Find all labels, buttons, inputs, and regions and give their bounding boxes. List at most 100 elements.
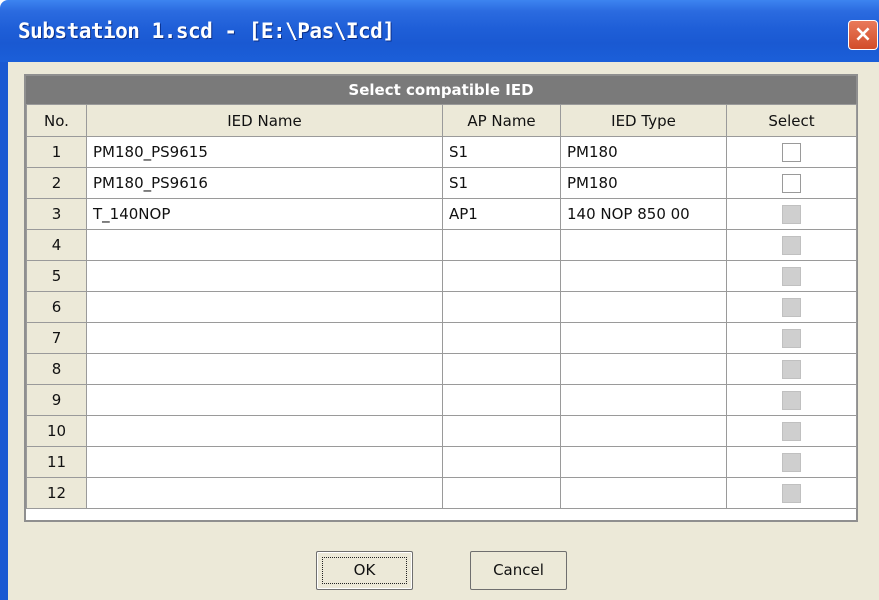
ied-name-cell[interactable] bbox=[86, 384, 443, 416]
ied-name-cell[interactable] bbox=[86, 322, 443, 354]
ap-name-cell[interactable] bbox=[442, 260, 561, 292]
cancel-button[interactable]: Cancel bbox=[470, 551, 567, 590]
select-checkbox bbox=[782, 204, 801, 224]
column-header-ied-type[interactable]: IED Type bbox=[560, 104, 727, 137]
row-number: 9 bbox=[26, 384, 87, 416]
ap-name-cell[interactable] bbox=[442, 415, 561, 447]
select-cell bbox=[726, 322, 857, 354]
select-checkbox bbox=[782, 390, 801, 410]
select-cell bbox=[726, 198, 857, 230]
ied-name-cell[interactable] bbox=[86, 446, 443, 478]
table-row[interactable]: 11 bbox=[26, 446, 857, 478]
ied-name-cell[interactable]: PM180_PS9615 bbox=[86, 136, 443, 168]
row-number: 10 bbox=[26, 415, 87, 447]
row-number: 4 bbox=[26, 229, 87, 261]
ied-type-cell[interactable]: PM180 bbox=[560, 136, 727, 168]
close-icon: × bbox=[853, 22, 873, 47]
ied-name-cell[interactable] bbox=[86, 353, 443, 385]
ied-grid: Select compatible IED No. IED Name AP Na… bbox=[24, 74, 858, 522]
close-button[interactable]: × bbox=[848, 20, 878, 50]
select-checkbox bbox=[782, 421, 801, 441]
select-checkbox bbox=[782, 452, 801, 472]
row-number: 8 bbox=[26, 353, 87, 385]
table-row[interactable]: 7 bbox=[26, 322, 857, 354]
ied-type-cell[interactable] bbox=[560, 415, 727, 447]
column-header-no[interactable]: No. bbox=[26, 104, 87, 137]
dialog-window: Substation 1.scd - [E:\Pas\Icd] × Select… bbox=[0, 0, 879, 600]
select-cell bbox=[726, 446, 857, 478]
table-row[interactable]: 10 bbox=[26, 415, 857, 447]
grid-caption: Select compatible IED bbox=[26, 76, 856, 104]
ap-name-cell[interactable] bbox=[442, 291, 561, 323]
ied-name-cell[interactable] bbox=[86, 477, 443, 509]
table-row[interactable]: 4 bbox=[26, 229, 857, 261]
ap-name-cell[interactable] bbox=[442, 446, 561, 478]
ap-name-cell[interactable] bbox=[442, 229, 561, 261]
ied-name-cell[interactable] bbox=[86, 415, 443, 447]
table-row[interactable]: 6 bbox=[26, 291, 857, 323]
ied-name-cell[interactable] bbox=[86, 291, 443, 323]
table-row[interactable]: 1 PM180_PS9615 S1 PM180 bbox=[26, 136, 857, 168]
select-cell bbox=[726, 415, 857, 447]
ied-type-cell[interactable]: 140 NOP 850 00 bbox=[560, 198, 727, 230]
ied-type-cell[interactable] bbox=[560, 322, 727, 354]
table-row[interactable]: 12 bbox=[26, 477, 857, 509]
select-cell bbox=[726, 291, 857, 323]
row-number: 1 bbox=[26, 136, 87, 168]
title-bar[interactable]: Substation 1.scd - [E:\Pas\Icd] × bbox=[0, 0, 879, 62]
ap-name-cell[interactable]: AP1 bbox=[442, 198, 561, 230]
select-cell bbox=[726, 477, 857, 509]
row-number: 7 bbox=[26, 322, 87, 354]
select-cell bbox=[726, 167, 857, 199]
row-number: 5 bbox=[26, 260, 87, 292]
column-header-ap-name[interactable]: AP Name bbox=[442, 104, 561, 137]
ied-type-cell[interactable] bbox=[560, 260, 727, 292]
ied-table: No. IED Name AP Name IED Type Select 1 PM… bbox=[26, 104, 857, 509]
ok-button[interactable]: OK bbox=[316, 551, 413, 590]
select-cell bbox=[726, 260, 857, 292]
select-checkbox bbox=[782, 297, 801, 317]
select-checkbox bbox=[782, 483, 801, 503]
select-checkbox bbox=[782, 235, 801, 255]
window-title: Substation 1.scd - [E:\Pas\Icd] bbox=[18, 19, 395, 43]
row-number: 12 bbox=[26, 477, 87, 509]
ap-name-cell[interactable] bbox=[442, 477, 561, 509]
select-cell bbox=[726, 229, 857, 261]
ied-type-cell[interactable]: PM180 bbox=[560, 167, 727, 199]
row-number: 3 bbox=[26, 198, 87, 230]
ok-button-label: OK bbox=[322, 557, 407, 584]
column-header-select[interactable]: Select bbox=[726, 104, 857, 137]
select-cell bbox=[726, 353, 857, 385]
header-row: No. IED Name AP Name IED Type Select bbox=[26, 104, 857, 137]
column-header-ied-name[interactable]: IED Name bbox=[86, 104, 443, 137]
ap-name-cell[interactable]: S1 bbox=[442, 167, 561, 199]
select-checkbox[interactable] bbox=[782, 142, 801, 162]
table-row[interactable]: 9 bbox=[26, 384, 857, 416]
select-cell bbox=[726, 136, 857, 168]
ied-name-cell[interactable]: PM180_PS9616 bbox=[86, 167, 443, 199]
ap-name-cell[interactable] bbox=[442, 384, 561, 416]
row-number: 11 bbox=[26, 446, 87, 478]
ap-name-cell[interactable]: S1 bbox=[442, 136, 561, 168]
row-number: 6 bbox=[26, 291, 87, 323]
select-checkbox[interactable] bbox=[782, 173, 801, 193]
ied-type-cell[interactable] bbox=[560, 446, 727, 478]
table-row[interactable]: 8 bbox=[26, 353, 857, 385]
select-checkbox bbox=[782, 328, 801, 348]
row-number: 2 bbox=[26, 167, 87, 199]
ied-name-cell[interactable] bbox=[86, 229, 443, 261]
ap-name-cell[interactable] bbox=[442, 353, 561, 385]
table-row[interactable]: 3 T_140NOP AP1 140 NOP 850 00 bbox=[26, 198, 857, 230]
select-cell bbox=[726, 384, 857, 416]
ied-type-cell[interactable] bbox=[560, 353, 727, 385]
ied-name-cell[interactable] bbox=[86, 260, 443, 292]
table-row[interactable]: 2 PM180_PS9616 S1 PM180 bbox=[26, 167, 857, 199]
ied-name-cell[interactable]: T_140NOP bbox=[86, 198, 443, 230]
ied-type-cell[interactable] bbox=[560, 229, 727, 261]
table-row[interactable]: 5 bbox=[26, 260, 857, 292]
ap-name-cell[interactable] bbox=[442, 322, 561, 354]
ied-type-cell[interactable] bbox=[560, 291, 727, 323]
ied-type-cell[interactable] bbox=[560, 477, 727, 509]
ied-type-cell[interactable] bbox=[560, 384, 727, 416]
select-checkbox bbox=[782, 359, 801, 379]
